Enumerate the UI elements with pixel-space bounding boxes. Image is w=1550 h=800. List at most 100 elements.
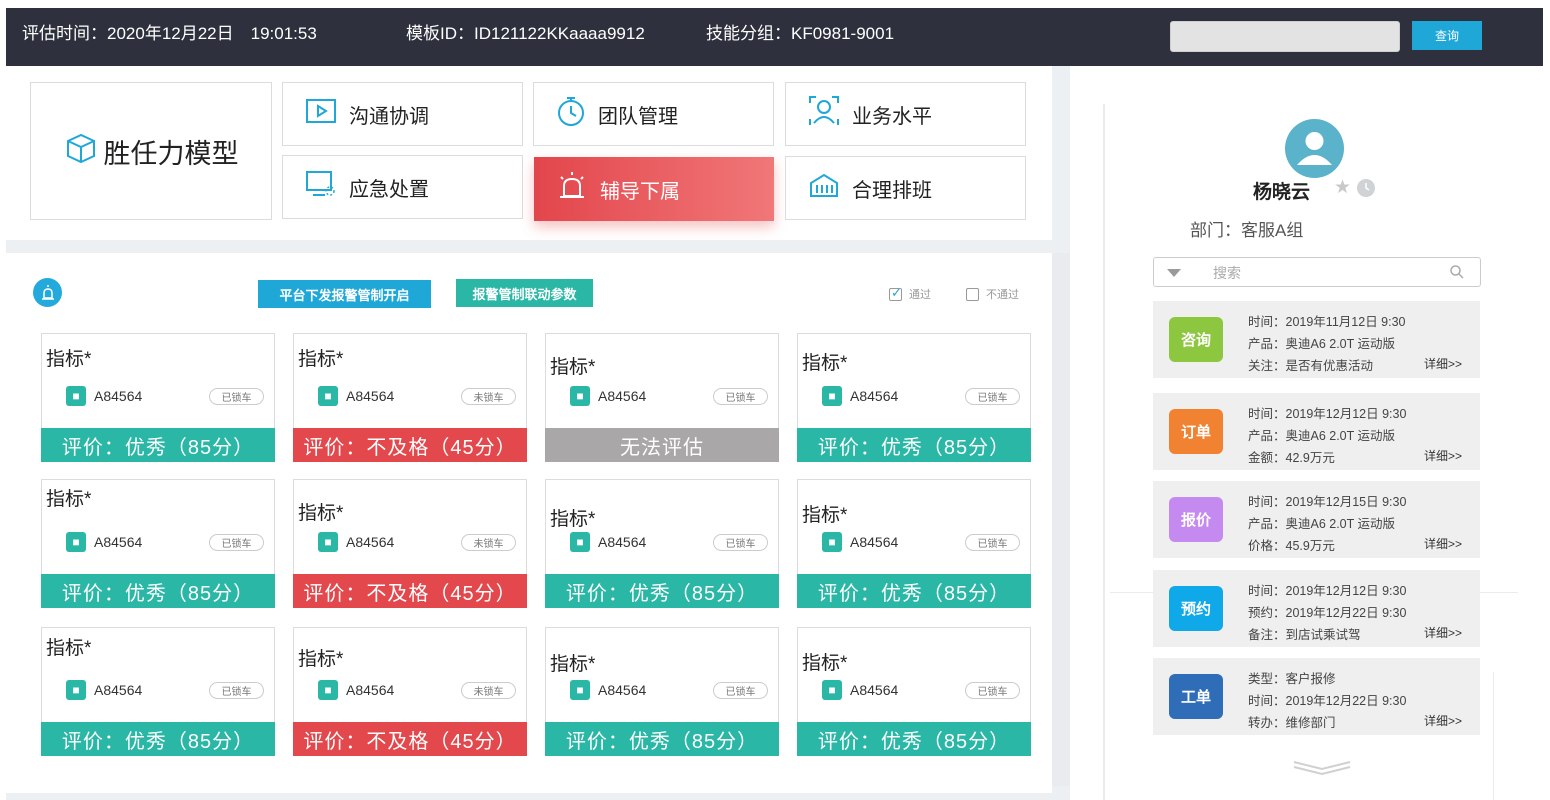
record-item[interactable]: 订单 时间：2019年12月12日 9:30 产品：奥迪A6 2.0T 运动版 金额：… (1153, 393, 1480, 470)
skill-group: 技能分组：KF0981-9001 (706, 24, 895, 43)
panel-divider (1493, 672, 1494, 800)
alarm-light-icon (556, 170, 588, 208)
clock-icon[interactable] (1357, 179, 1375, 197)
category-team-management[interactable]: 团队管理 (533, 82, 774, 146)
indicator-title: 指标* (298, 649, 344, 670)
rating-bar: 评价：优秀（85分） (797, 574, 1031, 608)
lock-status-tag: 已锁车 (713, 682, 768, 699)
indicator-card[interactable]: 指标* ■ A84564 已锁车 评价：优秀（85分） (797, 479, 1031, 608)
record-line: 金额：42.9万元 (1248, 451, 1335, 465)
indicator-card[interactable]: 指标* ■ A84564 已锁车 评价：优秀（85分） (797, 333, 1031, 462)
vehicle-code: A84564 (850, 682, 899, 698)
vehicle-code: A84564 (850, 534, 899, 550)
record-line: 时间：2019年12月12日 9:30 (1248, 407, 1407, 421)
record-item[interactable]: 报价 时间：2019年12月15日 9:30 产品：奥迪A6 2.0T 运动版 价格：… (1153, 481, 1480, 558)
record-type-badge: 预约 (1169, 586, 1223, 631)
fail-checkbox[interactable]: 不通过 (966, 286, 1019, 302)
record-line: 关注：是否有优惠活动 (1248, 359, 1374, 373)
vehicle-icon: ■ (570, 532, 590, 552)
header-search-input[interactable] (1170, 21, 1400, 52)
lock-status-tag: 已锁车 (209, 388, 264, 405)
model-title: 胜任力模型 (103, 138, 239, 169)
detail-link[interactable]: 详细>> (1424, 624, 1462, 641)
rating-bar: 评价：优秀（85分） (545, 574, 779, 608)
vehicle-icon: ■ (570, 386, 590, 406)
cube-icon (64, 131, 98, 172)
record-line: 时间：2019年12月12日 9:30 (1248, 584, 1407, 598)
detail-link[interactable]: 详细>> (1424, 535, 1462, 552)
category-coach-subordinates[interactable]: 辅导下属 (534, 157, 774, 221)
rating-bar: 评价：不及格（45分） (293, 722, 527, 756)
record-line: 转办：维修部门 (1248, 716, 1336, 730)
department: 部门：客服A组 (1190, 221, 1304, 240)
competency-model-box: 胜任力模型 (30, 82, 272, 220)
checkbox-checked[interactable] (889, 285, 902, 301)
rating-bar: 评价：优秀（85分） (797, 722, 1031, 756)
rating-bar: 评价：优秀（85分） (545, 722, 779, 756)
vehicle-code-row: ■ A84564 (66, 680, 142, 700)
vehicle-code-row: ■ A84564 (66, 532, 142, 552)
alarm-linkage-params-button[interactable]: 报警管制联动参数 (456, 279, 593, 307)
category-communication[interactable]: 沟通协调 (282, 82, 523, 146)
indicator-card[interactable]: 指标* ■ A84564 已锁车 评价：优秀（85分） (545, 627, 779, 756)
template-id: 模板ID：ID121122KKaaaa9912 (406, 24, 645, 43)
record-line: 时间：2019年12月15日 9:30 (1248, 495, 1407, 509)
scrollbar[interactable] (1052, 253, 1070, 786)
detail-link[interactable]: 详细>> (1424, 712, 1462, 729)
rating-bar: 评价：优秀（85分） (41, 574, 275, 608)
chevron-down-icon[interactable] (1293, 760, 1351, 781)
record-item[interactable]: 咨询 时间：2019年11月12日 9:30 产品：奥迪A6 2.0T 运动版 关注：… (1153, 301, 1480, 378)
avatar[interactable] (1285, 119, 1344, 178)
vehicle-code-row: ■ A84564 (822, 386, 898, 406)
platform-alarm-control-button[interactable]: 平台下发报警管制开启 (258, 280, 431, 308)
stopwatch-icon (556, 95, 586, 133)
detail-link[interactable]: 详细>> (1424, 447, 1462, 464)
query-button[interactable]: 查询 (1412, 21, 1482, 50)
dropdown-arrow-icon[interactable] (1167, 269, 1181, 277)
category-scheduling[interactable]: 合理排班 (785, 156, 1026, 220)
vehicle-code-row: ■ A84564 (66, 386, 142, 406)
indicator-card[interactable]: 指标* ■ A84564 已锁车 评价：优秀（85分） (41, 479, 275, 608)
category-label: 辅导下属 (600, 180, 680, 203)
category-business-level[interactable]: 业务水平 (785, 82, 1026, 146)
vehicle-code: A84564 (598, 388, 647, 404)
category-label: 业务水平 (852, 105, 932, 128)
detail-link[interactable]: 详细>> (1424, 355, 1462, 372)
record-line: 产品：奥迪A6 2.0T 运动版 (1248, 337, 1396, 351)
rating-bar: 无法评估 (545, 428, 779, 462)
record-line: 产品：奥迪A6 2.0T 运动版 (1248, 517, 1396, 531)
rating-bar: 评价：优秀（85分） (41, 722, 275, 756)
vehicle-code: A84564 (346, 388, 395, 404)
indicator-title: 指标* (802, 505, 848, 526)
indicator-card[interactable]: 指标* ■ A84564 已锁车 评价：优秀（85分） (41, 627, 275, 756)
indicator-card[interactable]: 指标* ■ A84564 已锁车 评价：优秀（85分） (797, 627, 1031, 756)
vehicle-code-row: ■ A84564 (318, 680, 394, 700)
record-item[interactable]: 预约 时间：2019年12月12日 9:30 预约：2019年12月22日 9:30… (1153, 570, 1480, 647)
indicator-card[interactable]: 指标* ■ A84564 已锁车 评价：优秀（85分） (41, 333, 275, 462)
lock-status-tag: 已锁车 (209, 534, 264, 551)
lock-status-tag: 已锁车 (713, 388, 768, 405)
vehicle-code: A84564 (346, 534, 395, 550)
record-line: 价格：45.9万元 (1248, 539, 1335, 553)
pass-checkbox[interactable]: 通过 (889, 285, 931, 302)
vehicle-icon: ■ (822, 386, 842, 406)
indicator-card[interactable]: 指标* ■ A84564 未锁车 评价：不及格（45分） (293, 479, 527, 608)
record-item[interactable]: 工单 类型：客户报修 时间：2019年12月22日 9:30 转办：维修部门 详细>> (1153, 658, 1480, 735)
vehicle-icon: ■ (66, 532, 86, 552)
rating-bar: 评价：优秀（85分） (797, 428, 1031, 462)
indicator-card[interactable]: 指标* ■ A84564 已锁车 评价：优秀（85分） (545, 479, 779, 608)
indicator-title: 指标* (298, 349, 344, 370)
star-icon[interactable]: ★ (1334, 176, 1351, 199)
category-label: 团队管理 (598, 105, 678, 128)
indicator-title: 指标* (46, 349, 92, 370)
top-bar: 评估时间：2020年12月22日 19:01:53 模板ID：ID121122K… (6, 8, 1543, 66)
indicator-card[interactable]: 指标* ■ A84564 已锁车 无法评估 (545, 333, 779, 462)
category-emergency[interactable]: 应急处置 (282, 155, 523, 219)
search-icon[interactable] (1449, 264, 1465, 285)
checkbox-unchecked[interactable] (966, 287, 979, 301)
indicator-card[interactable]: 指标* ■ A84564 未锁车 评价：不及格（45分） (293, 333, 527, 462)
lock-status-tag: 已锁车 (965, 534, 1020, 551)
indicator-card[interactable]: 指标* ■ A84564 未锁车 评价：不及格（45分） (293, 627, 527, 756)
vehicle-code-row: ■ A84564 (822, 680, 898, 700)
record-search[interactable]: 搜索 (1153, 257, 1481, 287)
